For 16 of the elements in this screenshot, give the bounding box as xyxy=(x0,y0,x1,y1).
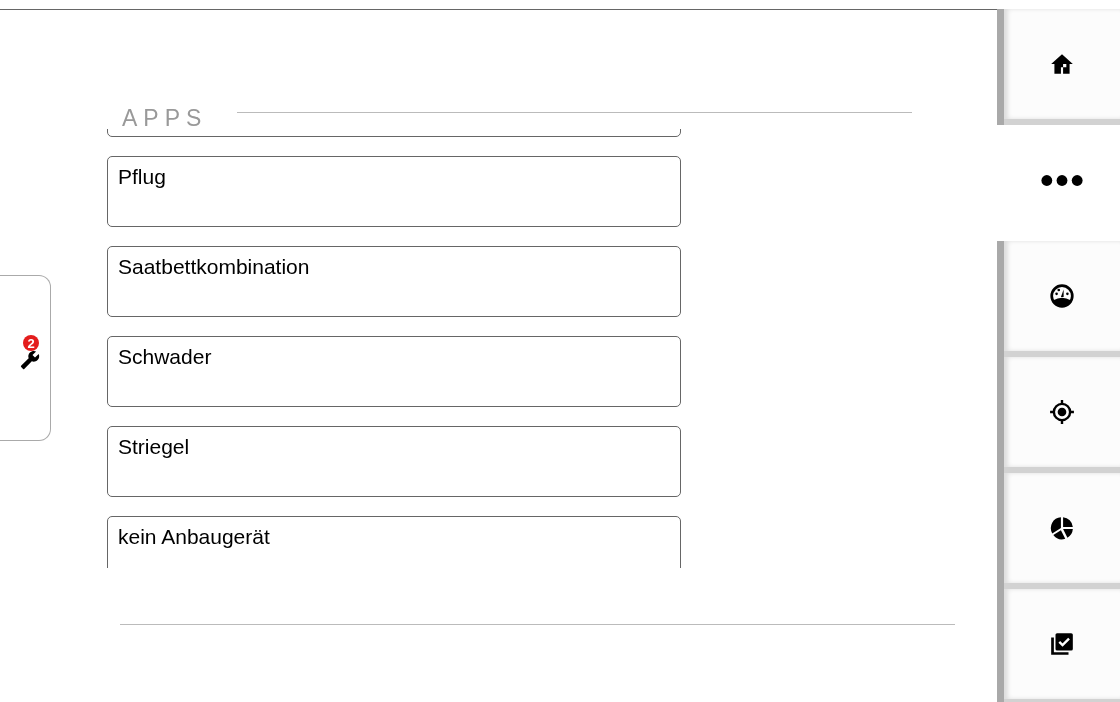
section-title: APPS xyxy=(122,104,208,132)
app-list-item[interactable]: Pflug xyxy=(107,156,681,227)
more-icon xyxy=(1040,173,1084,187)
app-list-item[interactable]: kein Anbaugerät xyxy=(107,516,681,568)
app-list-item[interactable]: Saatbettkombination xyxy=(107,246,681,317)
notification-badge: 2 xyxy=(23,335,39,351)
nav-button[interactable] xyxy=(1004,473,1120,589)
gauge-icon xyxy=(1049,283,1075,309)
app-list-item[interactable]: Striegel xyxy=(107,426,681,497)
tools-tab[interactable]: 2 xyxy=(0,275,51,441)
pie-chart-icon xyxy=(1049,515,1075,541)
wrench-icon xyxy=(20,350,40,370)
nav-button[interactable] xyxy=(1004,589,1120,702)
target-icon xyxy=(1049,399,1075,425)
checklist-icon xyxy=(1049,631,1075,657)
app-list-item[interactable]: Schwader xyxy=(107,336,681,407)
